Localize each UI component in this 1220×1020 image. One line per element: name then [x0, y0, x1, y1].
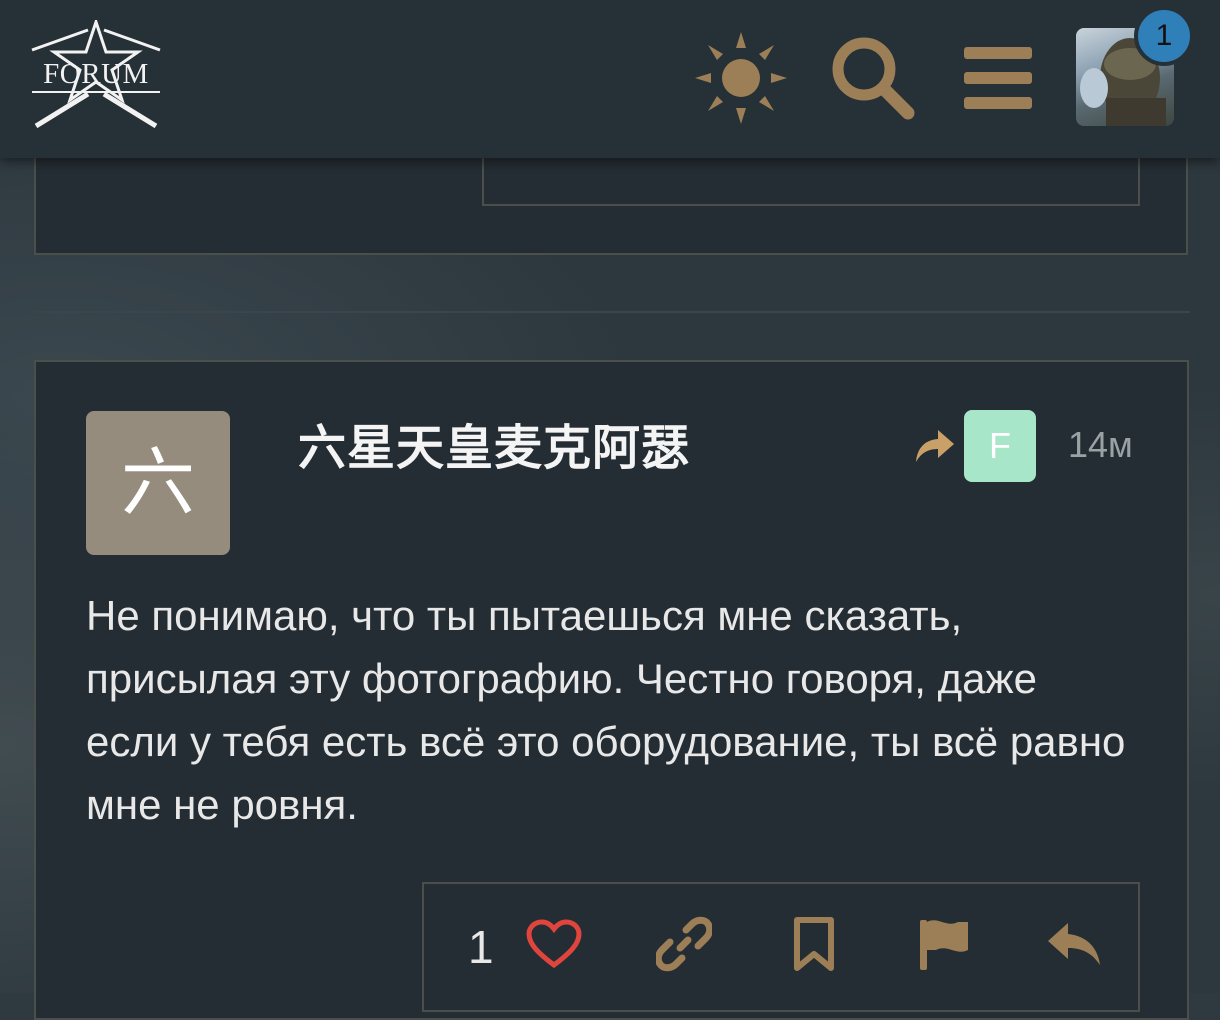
- bookmark-icon: [794, 917, 834, 971]
- hamburger-menu-button[interactable]: [950, 30, 1046, 126]
- post-author-avatar[interactable]: 六: [86, 411, 230, 555]
- search-icon: [832, 37, 915, 120]
- bookmark-button[interactable]: [784, 914, 844, 974]
- reply-icon: [1048, 923, 1100, 965]
- reply-button[interactable]: [1044, 914, 1104, 974]
- share-arrow-icon: [916, 430, 954, 462]
- post-author-username[interactable]: 六星天皇麦克阿瑟: [298, 408, 690, 478]
- post-body: Не понимаю, что ты пытаешься мне сказать…: [86, 592, 1126, 828]
- link-icon: [656, 916, 712, 972]
- flag-icon: [920, 920, 968, 970]
- post-divider: [34, 311, 1190, 313]
- heart-icon: [526, 919, 582, 969]
- copy-link-button[interactable]: [654, 914, 714, 974]
- sun-icon: [695, 32, 787, 124]
- theme-toggle-button[interactable]: [693, 30, 789, 126]
- logo-text: FORUM: [43, 58, 149, 90]
- post-timestamp[interactable]: 14м: [1068, 424, 1133, 466]
- search-button[interactable]: [825, 30, 921, 126]
- flag-button[interactable]: [914, 914, 974, 974]
- post: 六 六星天皇麦克阿瑟 F 14м Не понимаю, что ты пыта…: [34, 360, 1189, 1020]
- site-header: FORUM 1: [0, 0, 1220, 158]
- like-button[interactable]: [524, 914, 584, 974]
- menu-icon: [964, 47, 1032, 109]
- forum-logo[interactable]: FORUM: [28, 17, 164, 132]
- reply-to-user-avatar[interactable]: F: [964, 410, 1036, 482]
- notification-badge[interactable]: 1: [1134, 6, 1194, 66]
- like-count[interactable]: 1: [468, 920, 494, 974]
- reply-to-arrow[interactable]: [912, 422, 958, 468]
